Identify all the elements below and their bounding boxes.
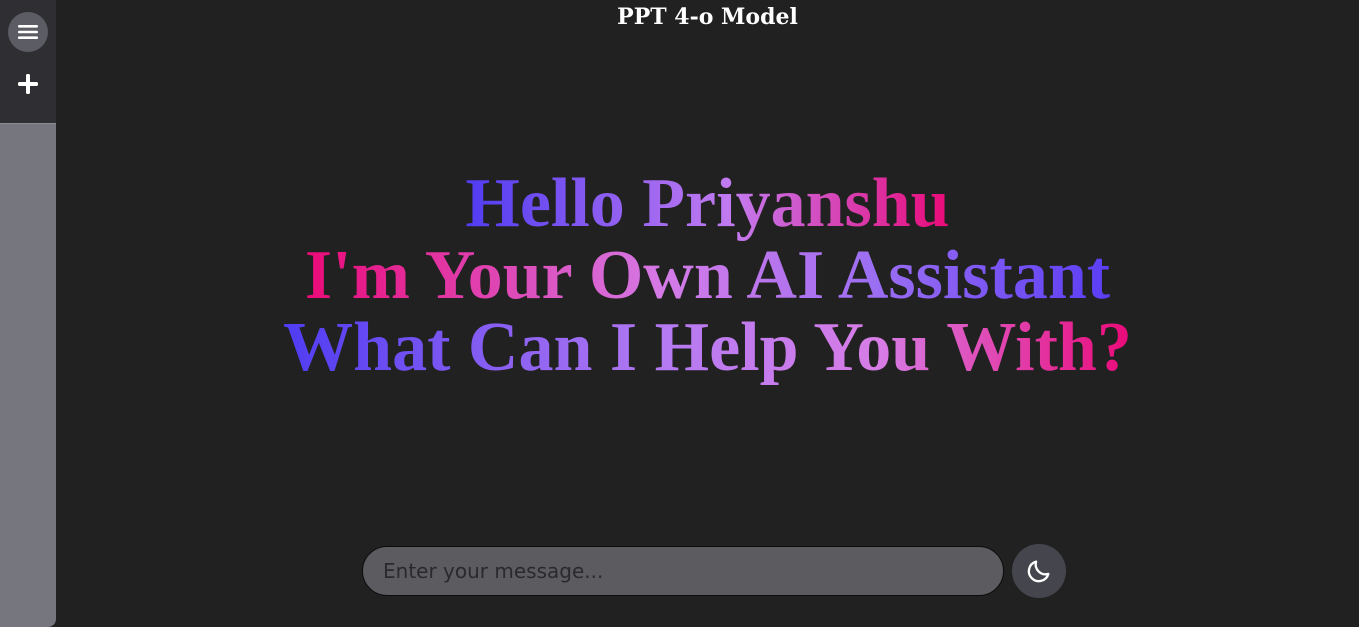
greeting-line-1: Hello Priyanshu [465,165,950,242]
message-input[interactable] [363,547,1003,595]
greeting-block: Hello Priyanshu I'm Your Own AI Assistan… [56,168,1359,384]
sidebar-top-section [0,0,56,124]
hamburger-menu-icon [18,25,38,39]
page-title: PPT 4-o Model [617,4,798,30]
plus-icon [18,74,38,94]
message-input-container [362,546,1004,596]
sidebar [0,0,56,627]
menu-button[interactable] [8,12,48,52]
new-chat-button[interactable] [8,64,48,104]
theme-toggle-button[interactable] [1012,544,1066,598]
moon-icon [1027,560,1050,583]
greeting-line-2: I'm Your Own AI Assistant [304,237,1111,314]
greeting-line-3: What Can I Help You With? [283,309,1132,386]
